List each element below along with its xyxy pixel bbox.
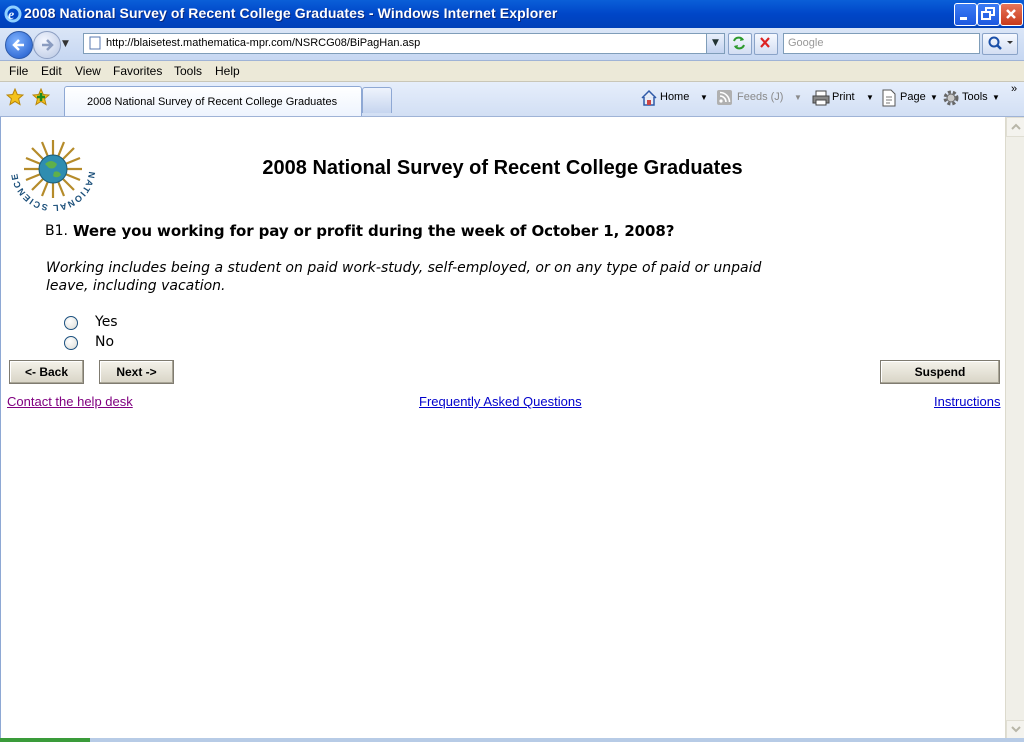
option-label-yes[interactable]: Yes <box>95 314 118 330</box>
window-title-bar[interactable]: e 2008 National Survey of Recent College… <box>0 0 1024 28</box>
faq-link[interactable]: Frequently Asked Questions <box>419 394 582 409</box>
minimize-button[interactable] <box>954 3 977 26</box>
print-dropdown-icon[interactable]: ▼ <box>866 93 874 102</box>
refresh-icon <box>733 36 745 50</box>
vertical-scrollbar[interactable] <box>1005 117 1024 739</box>
scroll-up-arrow-icon <box>1011 123 1021 130</box>
window-title: 2008 National Survey of Recent College G… <box>24 5 558 21</box>
favorites-center-button[interactable] <box>5 87 25 110</box>
address-url: http://blaisetest.mathematica-mpr.com/NS… <box>106 37 421 49</box>
gear-icon <box>943 90 959 106</box>
forward-nav-button[interactable] <box>33 31 61 59</box>
refresh-button[interactable] <box>728 33 752 55</box>
next-button[interactable]: Next -> <box>99 360 174 384</box>
suspend-button[interactable]: Suspend <box>880 360 1000 384</box>
add-favorites-button[interactable] <box>31 87 51 110</box>
tab-title: 2008 National Survey of Recent College G… <box>87 96 338 108</box>
printer-icon <box>812 90 830 106</box>
recent-pages-dropdown[interactable]: ▼ <box>62 39 69 49</box>
page-dropdown-icon[interactable]: ▼ <box>930 93 938 102</box>
search-input[interactable]: Google <box>783 33 980 54</box>
feeds-icon <box>717 90 732 105</box>
search-icon <box>988 36 1013 50</box>
menu-bar: File Edit View Favorites Tools Help <box>0 61 1024 82</box>
stop-x-icon <box>760 37 770 48</box>
internet-explorer-icon: e <box>4 5 22 23</box>
help-desk-link[interactable]: Contact the help desk <box>7 394 133 409</box>
address-bar[interactable]: http://blaisetest.mathematica-mpr.com/NS… <box>83 33 725 54</box>
menu-favorites[interactable]: Favorites <box>113 64 162 78</box>
forward-arrow-icon <box>42 39 54 51</box>
tab-bar: 2008 National Survey of Recent College G… <box>0 82 1024 117</box>
page-content <box>0 117 1006 738</box>
menu-edit[interactable]: Edit <box>41 64 62 78</box>
option-label-no[interactable]: No <box>95 334 114 350</box>
radio-yes[interactable] <box>64 316 78 330</box>
menu-file[interactable]: File <box>9 64 28 78</box>
page-menu-button[interactable]: Page <box>900 91 926 103</box>
search-placeholder: Google <box>788 37 824 49</box>
survey-title: 2008 National Survey of Recent College G… <box>262 157 743 179</box>
menu-tools[interactable]: Tools <box>174 64 202 78</box>
close-window-button[interactable] <box>1000 3 1023 26</box>
question-note: Working includes being a student on paid… <box>46 260 762 294</box>
address-dropdown-button[interactable]: ▼ <box>706 34 724 53</box>
radio-no[interactable] <box>64 336 78 350</box>
back-button[interactable]: <- Back <box>9 360 84 384</box>
tab-current-page[interactable]: 2008 National Survey of Recent College G… <box>64 86 362 116</box>
chevron-more-icon[interactable]: » <box>1011 83 1017 95</box>
restore-button[interactable] <box>977 3 1000 26</box>
status-bar <box>0 738 1024 742</box>
question-number: B1. <box>45 223 68 239</box>
home-icon <box>641 89 657 106</box>
tools-menu-button[interactable]: Tools <box>962 91 988 103</box>
instructions-link[interactable]: Instructions <box>934 394 1000 409</box>
scroll-down-button[interactable] <box>1006 720 1024 739</box>
svg-text:e: e <box>8 8 14 23</box>
stop-button[interactable] <box>754 33 778 55</box>
search-button[interactable] <box>982 33 1018 55</box>
scroll-down-arrow-icon <box>1011 726 1021 733</box>
back-nav-button[interactable] <box>5 31 33 59</box>
page-menu-icon <box>882 89 896 107</box>
tools-dropdown-icon[interactable]: ▼ <box>992 93 1000 102</box>
scroll-up-button[interactable] <box>1006 117 1024 137</box>
new-tab-button[interactable] <box>362 87 392 113</box>
star-icon <box>5 87 25 106</box>
add-star-icon <box>31 87 51 106</box>
nsf-logo: NATIONAL SCIENCE FOUNDATION <box>6 118 96 216</box>
page-icon <box>89 36 101 50</box>
feeds-dropdown-icon[interactable]: ▼ <box>794 93 802 102</box>
question-text: Were you working for pay or profit durin… <box>73 222 675 240</box>
back-arrow-icon <box>12 39 24 51</box>
home-dropdown-icon[interactable]: ▼ <box>700 93 708 102</box>
print-button[interactable]: Print <box>832 91 855 103</box>
menu-help[interactable]: Help <box>215 64 240 78</box>
menu-view[interactable]: View <box>75 64 101 78</box>
feeds-button[interactable]: Feeds (J) <box>737 91 783 103</box>
home-button[interactable]: Home <box>660 91 689 103</box>
